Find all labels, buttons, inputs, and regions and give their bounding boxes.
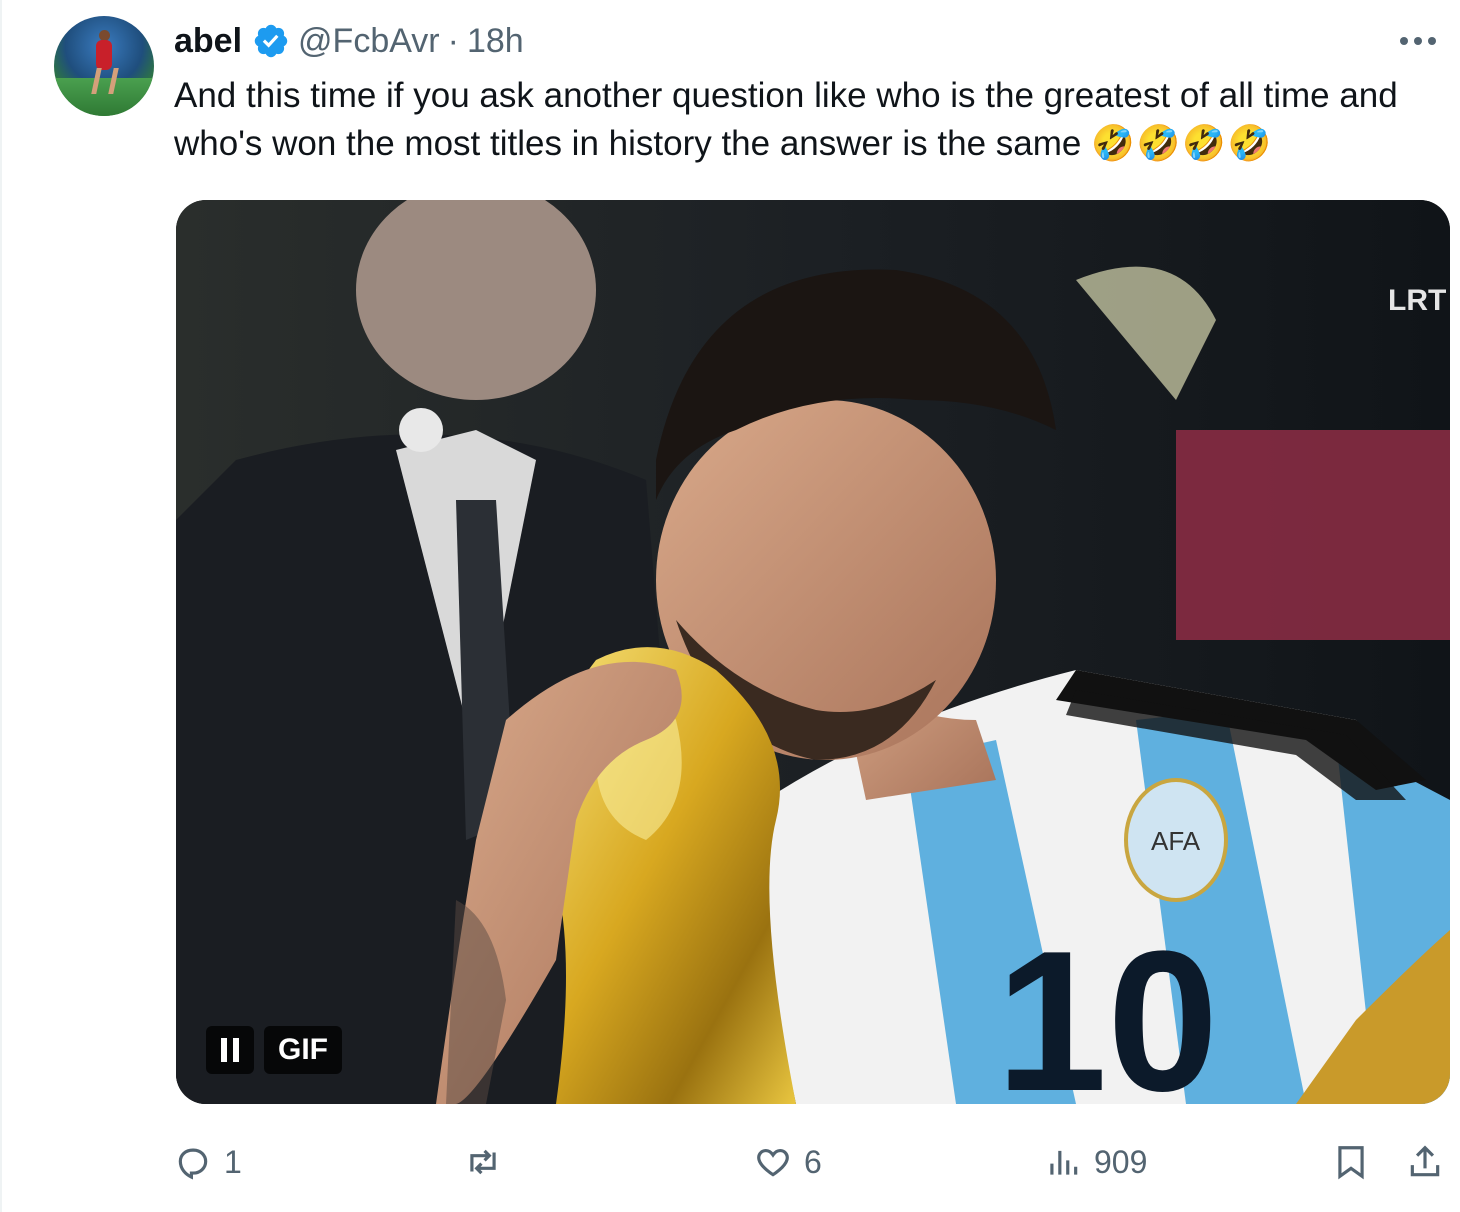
- like-count: 6: [804, 1143, 822, 1180]
- reply-count: 1: [224, 1143, 242, 1180]
- tweet-emoji: 🤣🤣🤣🤣: [1091, 124, 1274, 163]
- gif-pause-button[interactable]: [206, 1026, 254, 1074]
- share-button[interactable]: [1406, 1136, 1444, 1188]
- jersey-number: 10: [996, 910, 1218, 1104]
- views-count: 909: [1094, 1143, 1148, 1180]
- tweet-header: abel @FcbAvr · 18h: [174, 20, 524, 62]
- jersey-crest: AFA: [1151, 826, 1201, 856]
- author-display-name[interactable]: abel: [174, 22, 242, 61]
- tweet-text: And this time if you ask another questio…: [174, 72, 1454, 168]
- repost-icon: [470, 1149, 496, 1175]
- more-options-button[interactable]: [1394, 26, 1442, 56]
- tweet-actions: 1 6 909: [174, 1136, 1454, 1188]
- gif-frame-image: LRT 10 AFA: [176, 200, 1450, 1104]
- author-handle[interactable]: @FcbAvr: [298, 22, 440, 61]
- analytics-icon: [1050, 1150, 1078, 1175]
- tweet-media-gif[interactable]: LRT 10 AFA GIF: [176, 200, 1450, 1104]
- repost-button[interactable]: [464, 1136, 514, 1188]
- tweet-card[interactable]: abel @FcbAvr · 18h And this time if you …: [0, 0, 1460, 1212]
- bookmark-button[interactable]: [1332, 1136, 1370, 1188]
- bookmark-icon: [1338, 1146, 1364, 1180]
- header-separator: ·: [447, 21, 459, 60]
- author-avatar[interactable]: [54, 16, 154, 116]
- verified-badge-icon[interactable]: [252, 22, 290, 60]
- pause-icon: [221, 1038, 239, 1062]
- gif-controls: GIF: [206, 1026, 342, 1074]
- reply-button[interactable]: 1: [174, 1136, 242, 1188]
- gif-badge: GIF: [264, 1026, 342, 1074]
- more-dots-icon: [1400, 37, 1436, 45]
- broadcaster-watermark: LRT: [1388, 284, 1446, 317]
- heart-icon: [757, 1149, 789, 1177]
- reply-icon: [178, 1148, 208, 1180]
- share-icon: [1410, 1145, 1440, 1177]
- like-button[interactable]: 6: [754, 1136, 822, 1188]
- views-button[interactable]: 909: [1044, 1136, 1147, 1188]
- tweet-timestamp[interactable]: 18h: [467, 22, 524, 61]
- avatar-player-body: [96, 40, 112, 70]
